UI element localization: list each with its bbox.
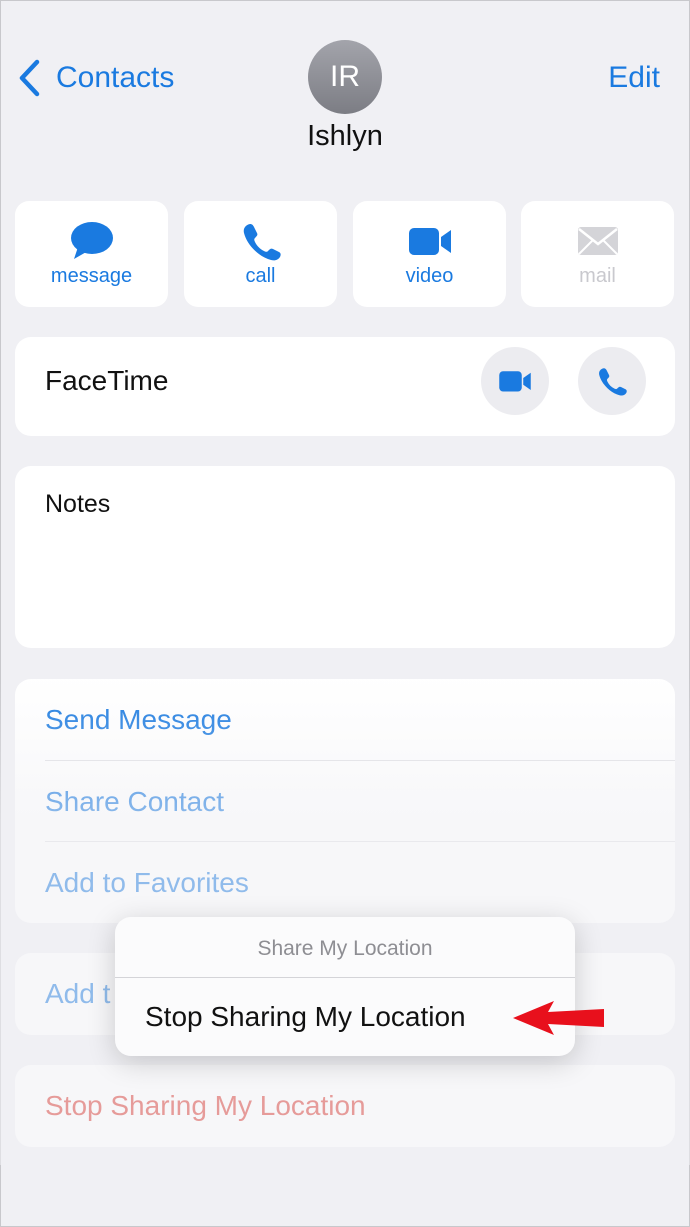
list-item-send-message[interactable]: Send Message (15, 679, 675, 760)
contact-name: Ishlyn (307, 120, 383, 152)
facetime-video-button[interactable] (481, 347, 549, 415)
stop-sharing-menu-option[interactable]: Stop Sharing My Location (145, 979, 466, 1055)
notes-card[interactable]: Notes (15, 466, 675, 648)
mail-label: mail (579, 265, 616, 287)
video-camera-icon (408, 228, 451, 255)
edit-button[interactable]: Edit (608, 56, 660, 100)
back-label: Contacts (56, 61, 175, 94)
menu-title: Share My Location (257, 937, 433, 960)
facetime-card: FaceTime (15, 337, 675, 436)
call-label: call (245, 265, 276, 287)
stop-sharing-label: Stop Sharing My Location (45, 1090, 366, 1121)
facetime-label: FaceTime (45, 365, 169, 396)
list-item-share-contact[interactable]: Share Contact (15, 761, 675, 842)
back-button[interactable]: Contacts (16, 56, 174, 100)
facetime-audio-button[interactable] (578, 347, 646, 415)
divider (115, 977, 575, 978)
send-message-label: Send Message (45, 704, 232, 735)
actions-list: Send Message Share Contact Add to Favori… (15, 679, 675, 923)
annotation-arrow-icon (513, 1001, 604, 1035)
avatar: IR (308, 40, 382, 114)
add-favorites-label: Add to Favorites (45, 867, 249, 898)
video-label: video (405, 265, 454, 287)
message-button[interactable]: message (15, 201, 168, 307)
video-camera-icon (499, 371, 531, 392)
message-bubble-icon (70, 222, 113, 259)
stop-sharing-location-button[interactable]: Stop Sharing My Location (15, 1065, 675, 1146)
message-label: message (50, 265, 133, 287)
video-button[interactable]: video (353, 201, 506, 307)
share-contact-label: Share Contact (45, 786, 224, 817)
call-button[interactable]: call (184, 201, 337, 307)
mail-button[interactable]: mail (521, 201, 674, 307)
share-location-menu: Share My Location Stop Sharing My Locati… (115, 917, 575, 1056)
stop-sharing-card: Stop Sharing My Location (15, 1065, 675, 1147)
add-to-label: Add t (45, 978, 111, 1009)
notes-label: Notes (45, 490, 111, 518)
chevron-left-icon (19, 59, 40, 97)
list-item-add-favorites[interactable]: Add to Favorites (15, 842, 675, 923)
phone-icon (243, 224, 281, 261)
envelope-icon (577, 227, 618, 255)
phone-icon (599, 368, 627, 396)
